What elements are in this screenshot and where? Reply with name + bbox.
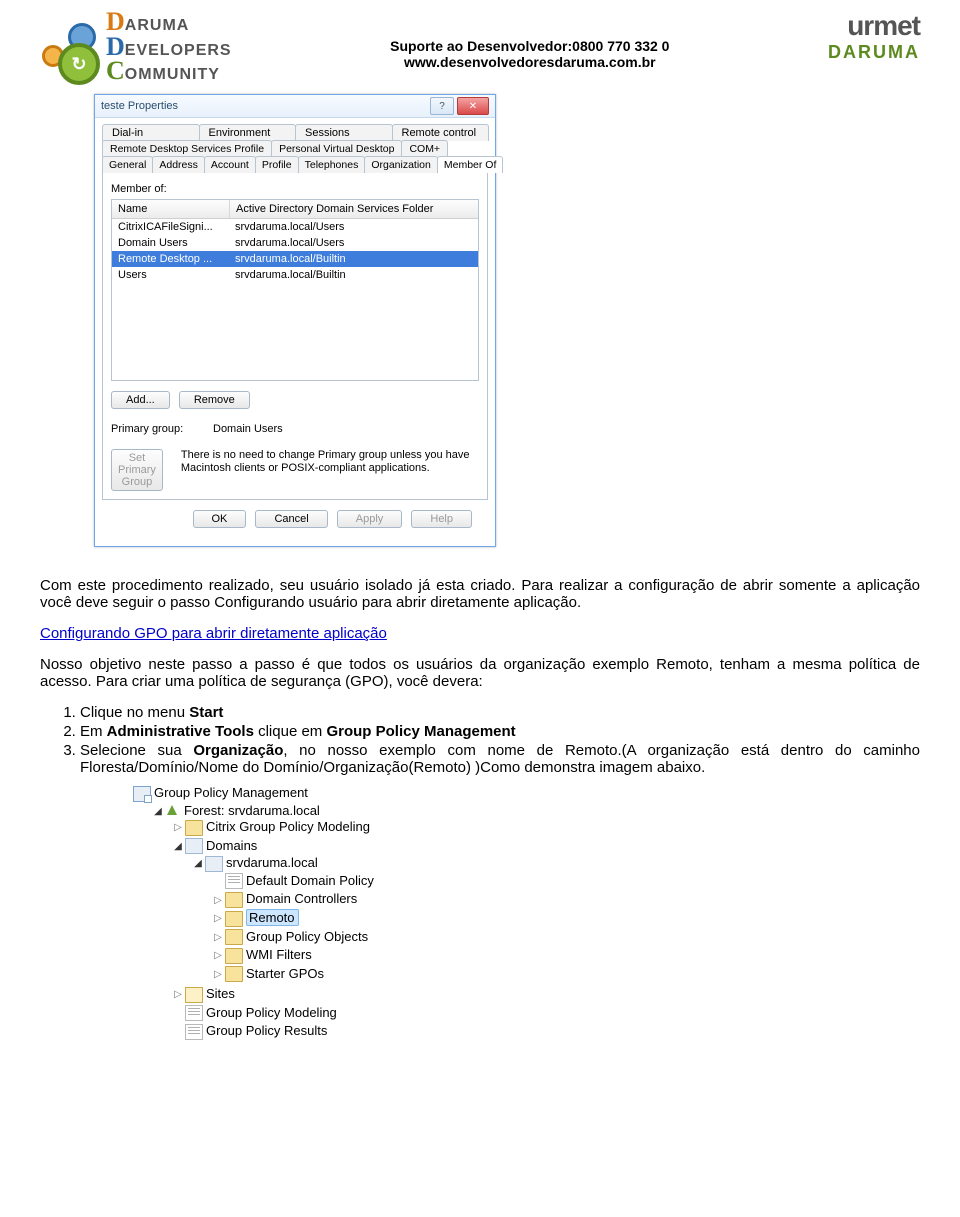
ddc-circles-icon: ↻ xyxy=(40,17,100,77)
tree-domain[interactable]: ◢srvdaruma.local Default Domain Policy▷D… xyxy=(192,854,920,984)
domains-icon xyxy=(185,838,203,854)
urmet-text: urmet xyxy=(828,10,920,42)
tab-account[interactable]: Account xyxy=(204,156,256,173)
dialog-footer: OK Cancel Apply Help xyxy=(102,500,488,538)
gpm-tree: Group Policy Management ◢Forest: srvdaru… xyxy=(132,784,920,1043)
header-center: Suporte ao Desenvolvedor:0800 770 332 0 … xyxy=(232,38,828,70)
forest-icon xyxy=(165,804,181,818)
list-item[interactable]: Remote Desktop ...srvdaruma.local/Builti… xyxy=(112,251,478,267)
set-primary-button[interactable]: Set Primary Group xyxy=(111,449,163,491)
ddc-r3: OMMUNITY xyxy=(125,67,220,82)
folder-icon xyxy=(225,892,243,908)
ddc-r2: EVELOPERS xyxy=(125,43,232,58)
support-label: Suporte ao Desenvolvedor: xyxy=(390,38,572,54)
list-item[interactable]: Userssrvdaruma.local/Builtin xyxy=(112,267,478,283)
tree-item[interactable]: ▷Group Policy Objects xyxy=(212,928,920,947)
paragraph-2: Nosso objetivo neste passo a passo é que… xyxy=(40,656,920,690)
policy-icon xyxy=(185,1024,203,1040)
help-button[interactable]: Help xyxy=(411,510,472,528)
doc-body: Com este procedimento realizado, seu usu… xyxy=(40,577,920,1043)
remove-button[interactable]: Remove xyxy=(179,391,250,409)
cancel-button[interactable]: Cancel xyxy=(255,510,327,528)
tab-rds-profile[interactable]: Remote Desktop Services Profile xyxy=(102,140,272,157)
paragraph-1: Com este procedimento realizado, seu usu… xyxy=(40,577,920,611)
tab-row-1: Dial-in Environment Sessions Remote cont… xyxy=(102,124,488,141)
folder-icon xyxy=(225,948,243,964)
section-link[interactable]: Configurando GPO para abrir diretamente … xyxy=(40,625,387,642)
member-of-label: Member of: xyxy=(111,183,479,195)
properties-dialog: teste Properties ? ✕ Dial-in Environment… xyxy=(94,94,496,547)
ddc-d1: D xyxy=(106,10,125,35)
daruma-text: DARUMA xyxy=(828,42,920,63)
ddc-d3: C xyxy=(106,59,125,84)
ddc-r1: ARUMA xyxy=(125,18,190,33)
ok-button[interactable]: OK xyxy=(193,510,247,528)
tree-item[interactable]: ▷Remoto xyxy=(212,909,920,928)
member-of-pane: Member of: Name Active Directory Domain … xyxy=(102,172,488,500)
step-1: Clique no menu Start xyxy=(80,704,920,721)
primary-group-value: Domain Users xyxy=(213,423,283,435)
steps-list: Clique no menu Start Em Administrative T… xyxy=(80,704,920,776)
tree-root[interactable]: Group Policy Management ◢Forest: srvdaru… xyxy=(132,784,920,1043)
tree-gpm-results[interactable]: Group Policy Results xyxy=(172,1022,920,1041)
step-2: Em Administrative Tools clique em Group … xyxy=(80,723,920,740)
tab-dialin[interactable]: Dial-in xyxy=(102,124,200,141)
tab-general[interactable]: General xyxy=(102,156,153,173)
col-header-name[interactable]: Name xyxy=(112,200,230,218)
tab-remote-control[interactable]: Remote control xyxy=(392,124,490,141)
folder-icon xyxy=(185,820,203,836)
tab-pvd[interactable]: Personal Virtual Desktop xyxy=(271,140,402,157)
tab-address[interactable]: Address xyxy=(152,156,205,173)
folder-icon xyxy=(225,966,243,982)
folder-icon xyxy=(225,911,243,927)
col-header-path[interactable]: Active Directory Domain Services Folder xyxy=(230,200,478,218)
list-item[interactable]: CitrixICAFileSigni...srvdaruma.local/Use… xyxy=(112,219,478,235)
tree-forest[interactable]: ◢Forest: srvdaruma.local ▷Citrix Group P… xyxy=(152,802,920,1042)
logo-urmet: urmet DARUMA xyxy=(828,10,920,63)
tab-member-of[interactable]: Member Of xyxy=(437,156,504,173)
tab-organization[interactable]: Organization xyxy=(364,156,438,173)
support-phone: 0800 770 332 0 xyxy=(572,38,669,54)
tab-row-2: Remote Desktop Services Profile Personal… xyxy=(102,140,488,157)
tab-telephones[interactable]: Telephones xyxy=(298,156,366,173)
folder-icon xyxy=(225,929,243,945)
step-3: Selecione sua Organização, no nosso exem… xyxy=(80,742,920,776)
close-icon[interactable]: ✕ xyxy=(457,97,489,115)
tree-item[interactable]: ▷Starter GPOs xyxy=(212,965,920,984)
policy-icon xyxy=(225,873,243,889)
tab-environment[interactable]: Environment xyxy=(199,124,297,141)
primary-group-label: Primary group: xyxy=(111,423,201,435)
tree-item[interactable]: Default Domain Policy xyxy=(212,872,920,891)
tree-gpm-modeling[interactable]: Group Policy Modeling xyxy=(172,1004,920,1023)
member-of-list[interactable]: Name Active Directory Domain Services Fo… xyxy=(111,199,479,381)
gpm-icon xyxy=(133,786,151,802)
tab-row-3: General Address Account Profile Telephon… xyxy=(102,156,488,173)
support-url: www.desenvolvedoresdaruma.com.br xyxy=(404,54,656,70)
help-icon[interactable]: ? xyxy=(430,97,454,115)
tree-citrix[interactable]: ▷Citrix Group Policy Modeling xyxy=(172,818,920,837)
tree-item[interactable]: ▷WMI Filters xyxy=(212,946,920,965)
add-button[interactable]: Add... xyxy=(111,391,170,409)
domain-icon xyxy=(205,856,223,872)
dialog-titlebar[interactable]: teste Properties ? ✕ xyxy=(95,95,495,118)
tab-complus[interactable]: COM+ xyxy=(401,140,448,157)
list-item[interactable]: Domain Userssrvdaruma.local/Users xyxy=(112,235,478,251)
logo-ddc: ↻ DARUMA DEVELOPERS COMMUNITY xyxy=(40,10,232,84)
tree-domains[interactable]: ◢Domains ◢srvdaruma.local Default Domain… xyxy=(172,837,920,986)
tree-item[interactable]: ▷Domain Controllers xyxy=(212,890,920,909)
primary-group-note: There is no need to change Primary group… xyxy=(181,449,479,491)
tab-sessions[interactable]: Sessions xyxy=(295,124,393,141)
sites-icon xyxy=(185,987,203,1003)
page-header: ↻ DARUMA DEVELOPERS COMMUNITY Suporte ao… xyxy=(40,10,920,84)
policy-icon xyxy=(185,1005,203,1021)
tab-profile[interactable]: Profile xyxy=(255,156,299,173)
dialog-title: teste Properties xyxy=(101,100,427,112)
apply-button[interactable]: Apply xyxy=(337,510,403,528)
tree-sites[interactable]: ▷Sites xyxy=(172,985,920,1004)
